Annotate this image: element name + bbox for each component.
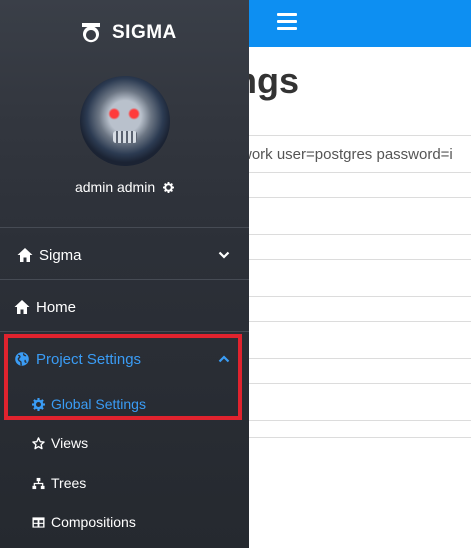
user-name: admin admin — [74, 179, 156, 195]
connection-string-field[interactable]: work user=postgres password=i — [249, 146, 453, 163]
divider — [249, 259, 471, 260]
brand[interactable]: SIGMA — [79, 19, 177, 47]
divider — [0, 279, 249, 280]
nav-item-label: Views — [51, 435, 89, 451]
nav-item-label: Global Settings — [51, 396, 146, 412]
divider — [249, 321, 471, 322]
main-content: ngs work user=postgres password=i — [249, 0, 471, 548]
nav-item-label: Sigma — [39, 246, 82, 264]
table-icon — [32, 516, 45, 528]
divider — [249, 197, 471, 198]
divider — [0, 331, 249, 332]
home-icon — [17, 248, 33, 262]
nav-item-views[interactable]: Views — [0, 432, 249, 454]
globe-icon — [15, 352, 29, 366]
divider — [249, 383, 471, 384]
divider — [249, 358, 471, 359]
nav-item-label: Compositions — [51, 514, 136, 530]
sidebar: SIGMA admin admin Sigma Home Project Set… — [0, 0, 249, 548]
chevron-up-icon[interactable] — [218, 355, 230, 363]
nav-item-label: Home — [36, 298, 77, 316]
nav-item-label: Project Settings — [36, 350, 142, 368]
avatar[interactable] — [80, 76, 170, 166]
sitemap-icon — [32, 477, 45, 489]
user-profile[interactable]: admin admin — [0, 179, 249, 195]
gear-icon[interactable] — [163, 182, 175, 193]
divider — [249, 296, 471, 297]
nav-item-sigma[interactable]: Sigma — [0, 243, 249, 267]
sigma-logo-icon — [82, 23, 100, 43]
brand-name: SIGMA — [112, 22, 177, 43]
star-icon — [32, 436, 45, 449]
nav-item-project-settings[interactable]: Project Settings — [0, 347, 249, 371]
top-navbar — [249, 0, 471, 47]
divider — [0, 227, 249, 228]
divider — [249, 172, 471, 173]
nav-item-trees[interactable]: Trees — [0, 472, 249, 494]
divider — [249, 437, 471, 438]
nav-item-compositions[interactable]: Compositions — [0, 511, 249, 533]
divider — [249, 234, 471, 235]
divider — [249, 420, 471, 421]
page-title: ngs — [249, 60, 300, 101]
chevron-down-icon[interactable] — [218, 251, 230, 259]
divider — [249, 135, 471, 136]
hamburger-icon[interactable] — [277, 13, 297, 30]
nav-item-label: Trees — [51, 475, 87, 491]
nav-item-global-settings[interactable]: Global Settings — [0, 393, 249, 415]
home-icon — [14, 300, 30, 314]
nav-item-home[interactable]: Home — [0, 295, 249, 319]
gear-icon — [32, 397, 45, 411]
